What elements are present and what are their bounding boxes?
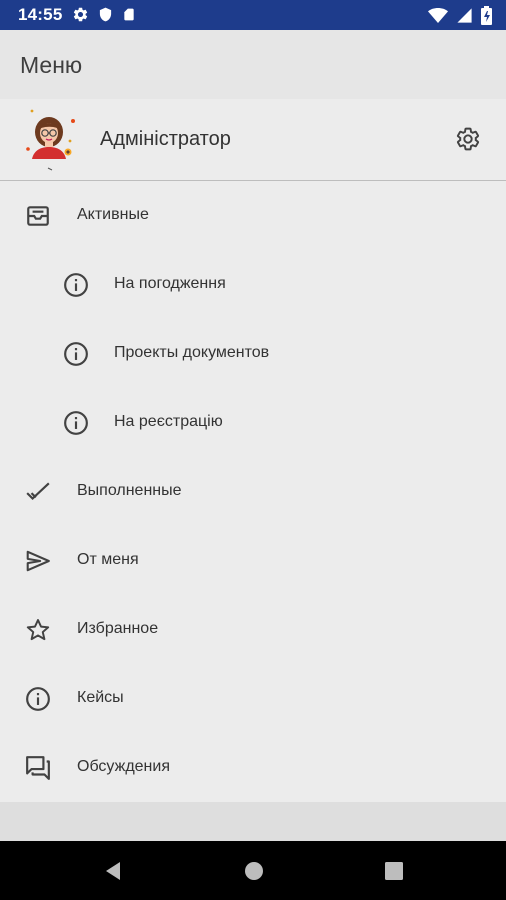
star-icon [26,619,50,641]
battery-icon [481,6,492,25]
status-time: 14:55 [18,5,63,24]
recents-icon[interactable] [382,859,406,883]
menu-item-completed[interactable]: Выполненные [0,457,506,526]
send-icon [26,550,50,572]
menu-item-cases[interactable]: Кейсы [0,664,506,733]
home-icon[interactable] [242,859,266,883]
menu-item-from-me[interactable]: От меня [0,526,506,595]
gear-icon [73,7,88,22]
signal-icon [457,8,472,23]
info-icon [26,687,50,711]
menu-item-active[interactable]: Активные [0,181,506,250]
menu-item-favorites[interactable]: Избранное [0,595,506,664]
back-icon[interactable] [101,859,125,883]
page-title: Меню [20,52,83,78]
profile-name: Адміністратор [100,128,231,150]
menu-item-label: Выполненные [77,482,182,499]
menu-item-label: Проекты документов [114,344,270,361]
inbox-tray-icon [27,206,49,226]
menu-item-label: Избранное [77,620,159,637]
forum-icon [26,756,50,780]
menu-item-label: На реєстрацію [114,413,223,430]
menu-item-label: Кейсы [77,689,124,706]
menu-item-discussions[interactable]: Обсуждения [0,733,506,802]
navigation-bar [0,841,506,900]
checkmark-icon [26,482,50,501]
menu-item-for-registration[interactable]: На реєстрацію [0,388,506,457]
app-bar: Меню [0,30,506,99]
info-icon [64,411,88,435]
wifi-icon [428,8,448,23]
menu-item-label: От меня [77,551,139,568]
info-icon [64,273,88,297]
menu-item-draft-documents[interactable]: Проекты документов [0,319,506,388]
menu-item-label: Активные [77,206,149,223]
avatar [26,109,75,171]
menu-item-for-approval[interactable]: На погодження [0,250,506,319]
info-icon [64,342,88,366]
menu-item-label: Обсуждения [77,758,170,775]
sd-card-icon [124,8,134,21]
status-bar: 14:55 [0,0,506,30]
drawer-footer [0,802,506,841]
menu-item-label: На погодження [114,275,226,292]
shield-icon [99,7,112,22]
settings-gear-icon[interactable] [455,126,481,152]
profile-header[interactable]: Адміністратор [0,99,506,181]
